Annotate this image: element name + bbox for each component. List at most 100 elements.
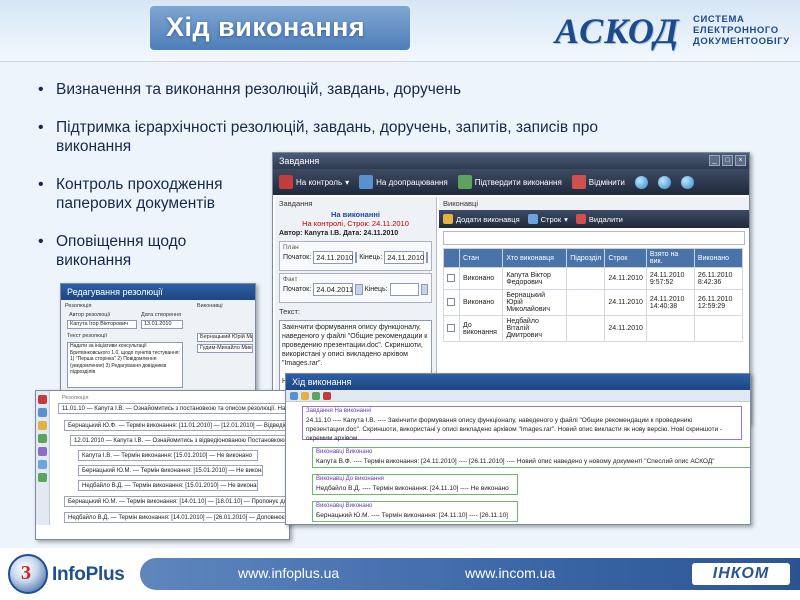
askod-logo-subtitle: СИСТЕМА ЕЛЕКТРОННОГО ДОКУМЕНТООБІГУ	[693, 14, 790, 47]
tree-node[interactable]: Бернацький Ю.М. — Термін виконання: [15.…	[78, 465, 263, 476]
task-toolbar: На контроль ▾ На доопрацювання Підтверди…	[273, 169, 749, 195]
column-header[interactable]: Виконано	[693, 248, 744, 268]
add-executor-button[interactable]: Додати виконавця	[443, 214, 520, 224]
plan-group: План Початок: 24.11.2010 Кінець: 24.11.2…	[279, 241, 432, 271]
bullet-paper-control: Контроль проходження	[38, 175, 222, 195]
calendar-icon[interactable]	[355, 284, 363, 295]
tree-node[interactable]: 12.01.2010 — Каnута І.В. — Ознайомитись …	[70, 435, 288, 446]
tree-node[interactable]: 11.01.10 — Каnута І.В. — Ознайомитись з …	[58, 403, 288, 414]
delete-button[interactable]: Видалити	[575, 214, 623, 224]
table-row[interactable]: Виконано Бернацький Юрій Миколайович 24.…	[443, 289, 744, 316]
resolution-author-field[interactable]: Каnута Ігор Вікторович	[67, 320, 137, 329]
minimize-icon[interactable]: _	[709, 155, 720, 166]
bullet-hierarchy-cont: виконання	[56, 138, 132, 155]
term-button[interactable]: Строк ▾	[527, 214, 568, 224]
check-icon[interactable]	[38, 434, 47, 443]
resolution-edit-window: Редагування резолюції Резолюція Автор ре…	[60, 283, 256, 393]
tree-node[interactable]: Бернацький Ю.М. — Термін виконання: [14.…	[64, 496, 288, 507]
row-checkbox[interactable]	[447, 273, 455, 282]
column-header[interactable]: Стан	[458, 248, 504, 268]
control-icon	[279, 175, 293, 189]
tree-node[interactable]: Бернацький Ю.Ф. — Термін виконання: [11.…	[64, 420, 288, 431]
execution-progress-window: Хід виконання Завдання На виконанні 24.1…	[285, 373, 751, 525]
slide-title: Хід виконання	[166, 12, 366, 42]
table-row[interactable]: До виконання Недбайло Віталій Дмитрович …	[443, 315, 744, 342]
bullet-resolutions: Визначення та виконання резолюцій, завда…	[38, 80, 461, 100]
tree-node[interactable]: Недбайло В.Д. — Термін виконання: [14.01…	[64, 512, 288, 523]
tree-sidebar	[36, 391, 50, 525]
mail-icon[interactable]	[38, 460, 47, 469]
plan-start-field[interactable]: 24.11.2010	[313, 251, 354, 264]
stop-icon[interactable]	[38, 395, 47, 404]
progress-toolbar	[286, 390, 750, 402]
bullet-paper-control-cont: паперових документів	[56, 195, 216, 212]
resolution-window-titlebar: Редагування резолюції	[61, 284, 255, 300]
close-icon[interactable]: ×	[735, 155, 746, 166]
on-control-button[interactable]: На контроль ▾	[279, 175, 349, 189]
bullet-notifications-cont: виконання	[56, 252, 132, 269]
calendar-icon[interactable]	[426, 252, 429, 263]
fact-group: Факт Початок: 24.04.2011 Кінець:	[279, 273, 432, 303]
status-on-control: На контролі, Строк: 24.11.2010	[302, 219, 409, 228]
calendar-icon[interactable]	[355, 252, 358, 263]
table-row[interactable]: Виконано Каnута Віктор Федорович 24.11.2…	[443, 267, 744, 290]
resolution-date-field[interactable]: 13.01.2010	[141, 320, 183, 329]
resolution-tree-window: Резолюція 11.01.10 — Каnута І.В. — Ознай…	[35, 390, 290, 540]
column-header[interactable]: Хто виконавця	[502, 248, 568, 268]
cancel-icon	[571, 175, 586, 189]
bullet-notifications: Оповіщення щодо	[38, 232, 186, 252]
calendar-icon[interactable]	[420, 284, 428, 295]
column-header[interactable]: Підрозділ	[566, 248, 606, 268]
confirm-icon	[457, 175, 472, 189]
check-icon[interactable]	[38, 473, 47, 482]
column-header[interactable]: Строк	[604, 248, 647, 268]
delete-icon[interactable]	[323, 392, 331, 400]
executor-node[interactable]: Виконавці До виконання Недбайло В.Д. ---…	[312, 474, 518, 495]
cancel-button[interactable]: Відмінити	[571, 175, 625, 189]
infoplus-link[interactable]: www.infoplus.ua	[238, 565, 339, 581]
rework-button[interactable]: На доопрацювання	[359, 175, 448, 189]
maximize-icon[interactable]: □	[722, 155, 733, 166]
confirm-execution-button[interactable]: Підтвердити виконання	[457, 175, 562, 189]
folder-icon[interactable]	[38, 421, 47, 430]
globe-icon[interactable]	[634, 175, 648, 189]
plan-end-field[interactable]: 24.11.2010	[384, 251, 425, 264]
executors-table: Стан Хто виконавця Підрозділ Строк Взято…	[443, 248, 744, 342]
rework-icon	[359, 175, 374, 189]
delete-icon	[575, 214, 586, 224]
executor-item[interactable]: Гудим-Михайло Мико	[197, 344, 253, 353]
executor-node[interactable]: Виконавці Виконано Каnута В.Ф. ---- Терм…	[312, 447, 750, 468]
executor-node[interactable]: Виконавці Виконано Бернацький Ю.М. ---- …	[312, 501, 518, 522]
task-node[interactable]: Завдання На виконанні 24.11.10 ---- Каnу…	[302, 406, 742, 442]
bullet-hierarchy: Підтримка ієрархічності резолюцій, завда…	[38, 118, 598, 138]
info-icon[interactable]	[657, 175, 671, 189]
progress-window-titlebar: Хід виконання	[286, 374, 750, 390]
resolution-text-area[interactable]: Надати за ініціативи консультації Бритві…	[67, 342, 183, 388]
task-author: Автор: Каnута I.B. Дата: 24.11.2010	[279, 230, 399, 237]
status-on-execution: На виконанні	[331, 210, 380, 219]
column-header[interactable]: Взято на вик.	[645, 248, 695, 268]
incom-link[interactable]: www.incom.ua	[465, 565, 555, 581]
slide-header: Хід виконання АСКОД СИСТЕМА ЕЛЕКТРОННОГО…	[0, 0, 800, 62]
executors-filter-input[interactable]	[443, 231, 745, 245]
tree-node[interactable]: Недбайло В.Д. — Термін виконання: [15.01…	[78, 480, 258, 491]
tree-node[interactable]: Каnута І.В. — Термін виконання: [15.01.2…	[78, 450, 258, 461]
executor-item[interactable]: Бернацький Юрій Мико	[197, 333, 253, 342]
executors-toolbar: Додати виконавця Строк ▾ Видалити	[439, 210, 749, 228]
infoplus-brand: InfoPlus	[52, 564, 125, 585]
check-icon[interactable]	[312, 392, 320, 400]
add-user-icon	[443, 214, 453, 224]
edit-icon[interactable]	[301, 392, 309, 400]
help-icon[interactable]	[680, 175, 694, 189]
fact-end-field[interactable]	[389, 283, 419, 296]
user-icon[interactable]	[38, 447, 47, 456]
document-icon[interactable]	[38, 408, 47, 417]
task-window-titlebar: Завдання _ □ ×	[273, 153, 749, 169]
row-checkbox[interactable]	[447, 323, 455, 332]
open-icon[interactable]	[290, 392, 298, 400]
infoplus-logo-icon: 3	[8, 554, 48, 594]
incom-logo: ІНКОМ	[692, 563, 790, 585]
calendar-icon	[527, 214, 538, 224]
fact-start-field[interactable]: 24.04.2011	[313, 283, 354, 296]
row-checkbox[interactable]	[447, 297, 455, 306]
